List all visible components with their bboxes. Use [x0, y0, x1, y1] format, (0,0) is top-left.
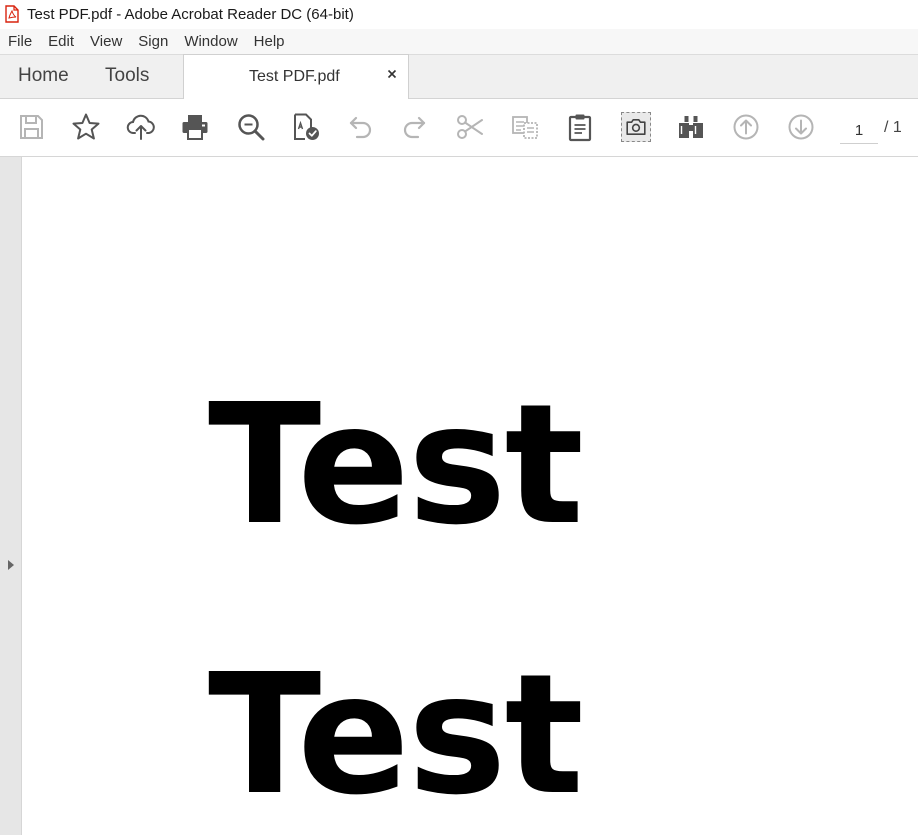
left-panel	[0, 157, 22, 835]
document-view[interactable]: Test Test	[22, 157, 918, 835]
check-document-button[interactable]	[289, 110, 323, 144]
previous-page-button[interactable]	[729, 110, 763, 144]
snapshot-icon	[626, 119, 646, 135]
print-button[interactable]	[178, 110, 212, 144]
redo-icon	[403, 116, 426, 139]
cut-icon	[457, 115, 483, 139]
save-button[interactable]	[14, 110, 48, 144]
title-bar: Test PDF.pdf - Adobe Acrobat Reader DC (…	[0, 0, 918, 29]
document-text-line: Test	[208, 639, 584, 832]
redo-button[interactable]	[398, 110, 432, 144]
cut-button[interactable]	[453, 110, 487, 144]
menu-help[interactable]: Help	[246, 29, 293, 54]
paste-button[interactable]	[563, 110, 597, 144]
toolbar	[0, 99, 918, 157]
page-count: / 1	[884, 119, 902, 136]
zoom-icon	[238, 114, 265, 141]
copy-button[interactable]	[508, 110, 542, 144]
menu-file[interactable]: File	[0, 29, 40, 54]
cloud-upload-icon	[126, 114, 155, 140]
undo-button[interactable]	[343, 110, 377, 144]
spellcheck-icon	[294, 113, 319, 140]
zoom-button[interactable]	[234, 110, 268, 144]
tab-tools[interactable]: Tools	[105, 65, 149, 87]
page-number-input[interactable]	[840, 117, 878, 144]
find-icon	[679, 116, 703, 138]
bookmark-button[interactable]	[69, 110, 103, 144]
menu-bar: File Edit View Sign Window Help	[0, 29, 918, 54]
window-title: Test PDF.pdf - Adobe Acrobat Reader DC (…	[27, 6, 354, 23]
upload-button[interactable]	[124, 110, 158, 144]
menu-edit[interactable]: Edit	[40, 29, 82, 54]
page-up-icon	[733, 114, 759, 140]
close-icon[interactable]	[384, 66, 400, 82]
tab-document[interactable]: Test PDF.pdf	[183, 54, 409, 100]
page-down-icon	[788, 114, 814, 140]
document-text-line: Test	[208, 369, 584, 562]
paste-icon	[568, 114, 592, 142]
star-icon	[72, 113, 100, 140]
expand-panel-icon[interactable]	[6, 557, 16, 573]
tab-bar: Home Tools Test PDF.pdf	[0, 54, 918, 100]
menu-view[interactable]: View	[82, 29, 130, 54]
copy-icon	[512, 116, 538, 139]
find-button[interactable]	[674, 110, 708, 144]
menu-window[interactable]: Window	[176, 29, 245, 54]
print-icon	[182, 115, 208, 140]
pdf-file-icon	[5, 5, 19, 23]
save-icon	[20, 115, 43, 139]
menu-sign[interactable]: Sign	[130, 29, 176, 54]
document-tab-label: Test PDF.pdf	[249, 68, 340, 85]
next-page-button[interactable]	[784, 110, 818, 144]
snapshot-button[interactable]	[621, 112, 651, 142]
tab-home[interactable]: Home	[18, 65, 69, 87]
undo-icon	[349, 116, 372, 139]
